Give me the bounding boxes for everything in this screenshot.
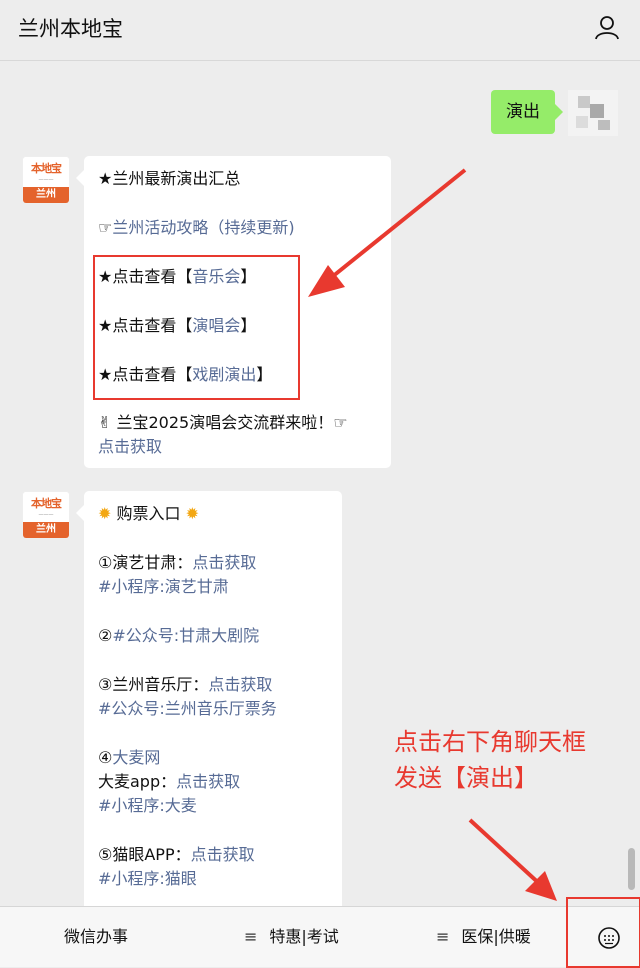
annotation-text: 点击右下角聊天框 bbox=[394, 728, 586, 756]
sun-icon: ✹ bbox=[185, 504, 200, 523]
message-line: 点击获取 bbox=[98, 436, 162, 458]
top-bar: 兰州本地宝 bbox=[0, 0, 640, 61]
get-link[interactable]: 点击获取 bbox=[208, 675, 272, 694]
message-line: ③兰州音乐厅：点击获取 bbox=[98, 675, 273, 694]
account-avatar[interactable]: 本地宝 ——— 兰州 bbox=[22, 156, 70, 204]
official-account-tag[interactable]: #公众号:甘肃大剧院 bbox=[112, 626, 259, 645]
damai-link[interactable]: 大麦网 bbox=[112, 748, 160, 767]
get-link[interactable]: 点击获取 bbox=[191, 845, 255, 864]
avatar-logo: 本地宝 bbox=[31, 497, 62, 510]
miniprogram-tag[interactable]: #小程序:大麦 bbox=[98, 795, 197, 817]
message-line: ⑤猫眼APP：点击获取 bbox=[98, 845, 255, 864]
menu-icon: ≡ bbox=[436, 927, 450, 946]
menu-icon: ≡ bbox=[244, 927, 258, 946]
message-bubble-tickets: ✹ 购票入口 ✹ ①演艺甘肃：点击获取 #小程序:演艺甘肃 ②#公众号:甘肃大剧… bbox=[76, 491, 342, 921]
avatar-logo: 本地宝 bbox=[31, 162, 62, 175]
message-line: ✹ 购票入口 ✹ bbox=[98, 504, 200, 523]
message-line: ④大麦网 bbox=[98, 748, 161, 767]
menu-item-insurance-heating[interactable]: ≡ 医保|供暖 bbox=[436, 907, 531, 967]
page-title: 兰州本地宝 bbox=[18, 17, 123, 41]
self-avatar bbox=[568, 90, 618, 136]
message-line: 大麦app：点击获取 bbox=[98, 772, 241, 791]
get-link[interactable]: 点击获取 bbox=[176, 772, 240, 791]
menu-item-wechat-services[interactable]: 微信办事 bbox=[64, 907, 128, 967]
menu-item-offers-exams[interactable]: ≡ 特惠|考试 bbox=[244, 907, 339, 967]
annotation-text: 发送【演出】 bbox=[394, 764, 538, 792]
message-line: ☞兰州活动攻略（持续更新) bbox=[98, 218, 295, 237]
official-account-tag[interactable]: #公众号:兰州音乐厅票务 bbox=[98, 698, 277, 720]
sun-icon: ✹ bbox=[98, 504, 112, 523]
message-line: ①演艺甘肃：点击获取 bbox=[98, 553, 257, 572]
highlight-box bbox=[93, 255, 300, 400]
message-line: ★兰州最新演出汇总 bbox=[98, 169, 241, 188]
avatar-city: 兰州 bbox=[23, 187, 69, 203]
bottom-menu-bar: 微信办事 ≡ 特惠|考试 ≡ 医保|供暖 bbox=[0, 906, 640, 967]
scrollbar[interactable] bbox=[628, 848, 635, 890]
annotation-arrow bbox=[468, 818, 557, 901]
avatar-city: 兰州 bbox=[23, 522, 69, 538]
get-link[interactable]: 点击获取 bbox=[192, 553, 256, 572]
miniprogram-tag[interactable]: #小程序:猫眼 bbox=[98, 868, 197, 890]
message-line: ✌ 兰宝2025演唱会交流群来啦！☞ bbox=[98, 413, 348, 432]
annotation-arrow bbox=[308, 168, 467, 297]
message-line: ②#公众号:甘肃大剧院 bbox=[98, 626, 260, 645]
join-group-link[interactable]: 点击获取 bbox=[98, 437, 162, 456]
activity-guide-link[interactable]: 兰州活动攻略（持续更新) bbox=[112, 218, 294, 237]
user-profile-icon[interactable] bbox=[594, 14, 620, 40]
highlight-box bbox=[566, 897, 640, 968]
sent-message-bubble: 演出 bbox=[491, 90, 563, 134]
account-avatar[interactable]: 本地宝 ——— 兰州 bbox=[22, 491, 70, 539]
miniprogram-tag[interactable]: #小程序:演艺甘肃 bbox=[98, 576, 229, 598]
